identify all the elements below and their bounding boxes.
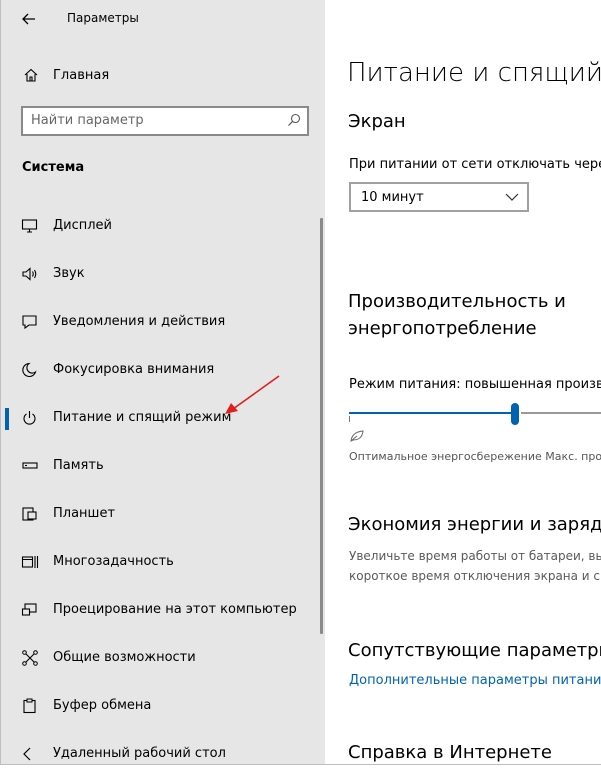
additional-power-settings-link[interactable]: Дополнительные параметры питания — [349, 673, 601, 688]
sidebar-item-label: Память — [53, 458, 104, 473]
sidebar-item-label: Дисплей — [53, 218, 113, 233]
sidebar-item-label: Звук — [53, 266, 85, 281]
sidebar: Параметры Главная Система Дисплей Звук У… — [1, 0, 325, 764]
sidebar-item-remote-desktop[interactable]: Удаленный рабочий стол — [1, 730, 325, 778]
remote-desktop-icon — [23, 747, 31, 761]
leaf-icon — [350, 430, 364, 442]
sidebar-item-display[interactable]: Дисплей — [1, 202, 325, 250]
sidebar-item-label: Главная — [53, 68, 110, 83]
notification-icon — [22, 315, 37, 330]
section-heading-energy-saving: Экономия энергии и заряда — [348, 514, 601, 535]
sidebar-item-label: Фокусировка внимания — [53, 362, 215, 377]
search-icon[interactable] — [287, 113, 301, 127]
title-bar: Параметры — [1, 0, 325, 38]
sidebar-item-sound[interactable]: Звук — [1, 250, 325, 298]
sidebar-item-label: Уведомления и действия — [53, 314, 226, 329]
section-heading-related: Сопутствующие параметры — [348, 640, 601, 661]
power-mode-slider[interactable] — [349, 402, 601, 426]
multitasking-icon — [21, 556, 39, 568]
sidebar-item-label: Проецирование на этот компьютер — [53, 602, 297, 617]
description-line: короткое время отключения экрана и спяще… — [349, 569, 601, 583]
tablet-icon — [22, 507, 37, 521]
section-title: Система — [22, 160, 85, 175]
back-button[interactable] — [15, 7, 43, 31]
sidebar-item-label: Удаленный рабочий стол — [53, 746, 226, 761]
display-icon — [21, 219, 38, 233]
back-arrow-icon — [22, 13, 35, 25]
moon-icon — [22, 362, 37, 378]
app-title: Параметры — [67, 11, 139, 25]
sidebar-item-tablet[interactable]: Планшет — [1, 490, 325, 538]
screen-timeout-dropdown[interactable]: 10 минут — [349, 182, 529, 212]
sidebar-item-label: Планшет — [53, 506, 116, 521]
sidebar-item-clipboard[interactable]: Буфер обмена — [1, 682, 325, 730]
annotation-arrow-icon — [225, 375, 280, 414]
description-line: Увеличьте время работы от батареи, выбра… — [349, 549, 601, 563]
slider-caption: Оптимальное энергосбережение Макс. произ… — [349, 450, 601, 463]
chevron-down-icon — [505, 193, 519, 201]
projecting-icon — [21, 603, 37, 616]
clipboard-icon — [23, 698, 36, 714]
selection-indicator — [5, 408, 9, 430]
energy-saving-description: Увеличьте время работы от батареи, выбра… — [349, 546, 601, 586]
storage-icon — [22, 462, 38, 469]
power-mode-label: Режим питания: повышенная производительн… — [349, 377, 601, 392]
shared-experiences-icon — [22, 650, 38, 666]
sidebar-item-label: Питание и спящий режим — [53, 410, 232, 425]
slider-track-rest — [521, 412, 601, 414]
main-content: Питание и спящий режим Экран При питании… — [325, 0, 601, 764]
sidebar-nav: Дисплей Звук Уведомления и действия Фоку… — [1, 202, 325, 778]
sidebar-scrollbar[interactable] — [320, 218, 323, 634]
screen-timeout-label: При питании от сети отключать через — [349, 157, 601, 172]
sidebar-item-notifications[interactable]: Уведомления и действия — [1, 298, 325, 346]
slider-track-filled — [349, 412, 517, 414]
dropdown-value: 10 минут — [361, 190, 424, 205]
sidebar-item-multitasking[interactable]: Многозадачность — [1, 538, 325, 586]
sidebar-item-label: Многозадачность — [53, 554, 174, 569]
sidebar-item-storage[interactable]: Память — [1, 442, 325, 490]
power-icon — [23, 411, 36, 425]
home-icon — [24, 68, 38, 82]
sidebar-item-shared-experiences[interactable]: Общие возможности — [1, 634, 325, 682]
sidebar-item-label: Общие возможности — [53, 650, 196, 665]
sidebar-item-home[interactable]: Главная — [1, 60, 325, 90]
sidebar-item-label: Буфер обмена — [53, 698, 152, 713]
page-title: Питание и спящий режим — [347, 58, 601, 88]
section-heading-screen: Экран — [348, 111, 406, 132]
slider-tick — [349, 416, 350, 422]
search-box[interactable] — [21, 106, 309, 136]
slider-thumb[interactable] — [511, 403, 519, 425]
section-heading-help: Справка в Интернете — [348, 742, 552, 763]
section-heading-performance: Производительность и энергопотребление — [348, 291, 566, 339]
speaker-icon — [22, 267, 37, 281]
sidebar-item-projecting[interactable]: Проецирование на этот компьютер — [1, 586, 325, 634]
search-input[interactable] — [29, 112, 273, 129]
